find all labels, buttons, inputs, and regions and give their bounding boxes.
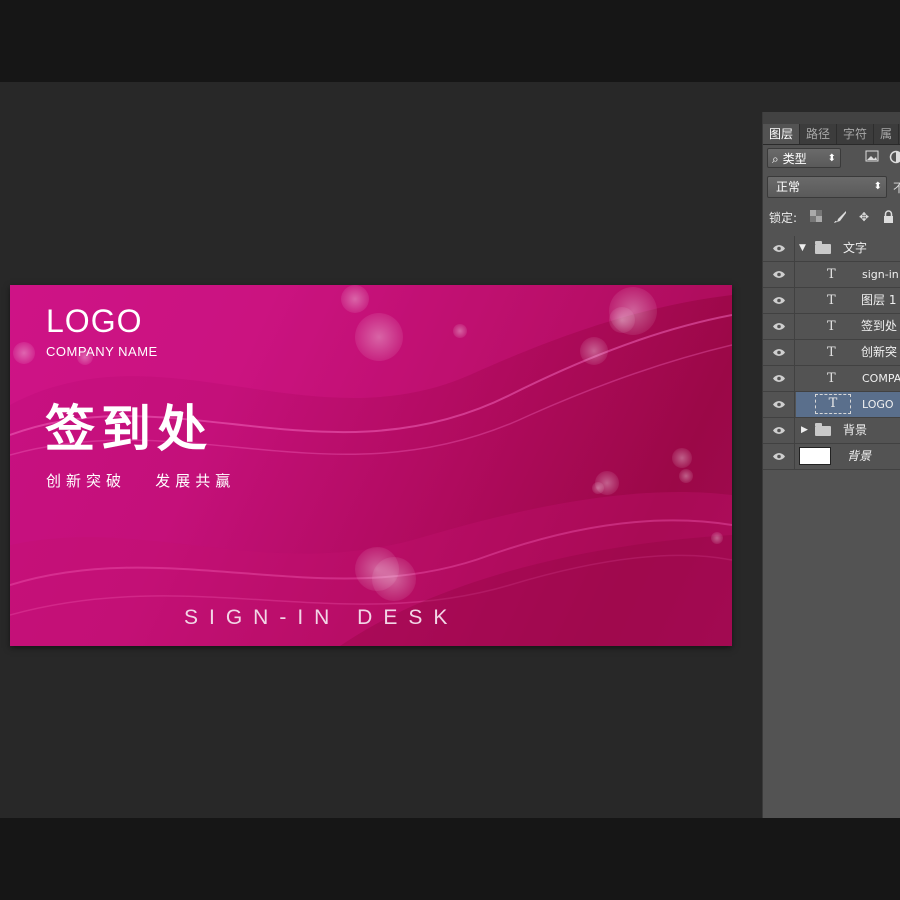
layer-name: LOGO bbox=[862, 398, 894, 411]
layer-name: 创新突 bbox=[861, 345, 898, 359]
lock-pixels-brush-icon[interactable] bbox=[833, 210, 847, 224]
layer-name: 签到处 bbox=[861, 319, 898, 333]
layer-row-background[interactable]: 背景 bbox=[763, 444, 900, 470]
text-layer-icon: T bbox=[827, 345, 836, 360]
text-layer-icon: T bbox=[827, 293, 836, 308]
document-canvas[interactable]: LOGO COMPANY NAME 签到处 创新突破 发展共赢 SIGN-IN … bbox=[10, 285, 732, 646]
background-thumbnail bbox=[799, 447, 831, 465]
filter-kind-label: 类型 bbox=[782, 152, 807, 166]
lock-all-icon[interactable] bbox=[881, 210, 895, 224]
layer-row-company[interactable]: T COMPA bbox=[763, 366, 900, 392]
panel-tabs: 图层 路径 字符 属 bbox=[763, 124, 900, 145]
layer-name: 背景 bbox=[843, 423, 868, 437]
lock-transparent-icon[interactable] bbox=[809, 210, 823, 224]
visibility-eye-icon[interactable] bbox=[763, 236, 795, 261]
blend-mode-select[interactable]: 正常 ⬍ bbox=[767, 176, 887, 198]
tab-properties[interactable]: 属 bbox=[874, 124, 900, 144]
panel-header-bar[interactable] bbox=[763, 112, 900, 124]
layer-name: 文字 bbox=[843, 241, 868, 255]
banner-title: 签到处 bbox=[45, 400, 213, 458]
image-filter-icon[interactable] bbox=[865, 150, 879, 164]
visibility-eye-icon[interactable] bbox=[763, 262, 795, 287]
tab-layers[interactable]: 图层 bbox=[763, 124, 801, 144]
layer-row-title[interactable]: T 签到处 bbox=[763, 314, 900, 340]
visibility-eye-icon[interactable] bbox=[763, 366, 795, 391]
visibility-eye-icon[interactable] bbox=[763, 418, 795, 443]
layer-row-layer1[interactable]: T 图层 1 bbox=[763, 288, 900, 314]
layers-list: ▼ 文字 T sign-in T 图层 1 T 签到处 T 创新突 T COMP… bbox=[763, 236, 900, 470]
layer-name: 背景 bbox=[847, 449, 872, 463]
banner-slogan: 创新突破 发展共赢 bbox=[46, 472, 236, 490]
tab-character[interactable]: 字符 bbox=[837, 124, 875, 144]
text-layer-thumbnail-icon: T bbox=[815, 394, 851, 414]
opacity-label: 不 bbox=[893, 181, 900, 195]
expand-triangle-icon[interactable]: ▼ bbox=[799, 236, 806, 261]
lock-row: 锁定: ✥ bbox=[769, 209, 900, 227]
text-layer-icon: T bbox=[827, 319, 836, 334]
folder-icon bbox=[815, 423, 831, 436]
text-layer-icon: T bbox=[827, 371, 836, 386]
layer-name: sign-in bbox=[862, 268, 899, 281]
layers-panel: 图层 路径 字符 属 ⌕ 类型 ⬍ 正常 ⬍ 不 锁定: ✥ ▼ 文字 T si… bbox=[762, 112, 900, 818]
lock-position-move-icon[interactable]: ✥ bbox=[857, 210, 871, 224]
collapse-triangle-icon[interactable]: ▶ bbox=[801, 418, 808, 443]
lock-label: 锁定: bbox=[769, 211, 798, 225]
visibility-eye-icon[interactable] bbox=[763, 288, 795, 313]
layer-row-group-background[interactable]: ▶ 背景 bbox=[763, 418, 900, 444]
visibility-eye-icon[interactable] bbox=[763, 314, 795, 339]
logo-text: LOGO bbox=[46, 303, 143, 339]
layer-filter-row: ⌕ 类型 ⬍ bbox=[767, 148, 900, 170]
tab-paths[interactable]: 路径 bbox=[800, 124, 838, 144]
visibility-eye-icon[interactable] bbox=[763, 444, 795, 469]
company-name: COMPANY NAME bbox=[46, 344, 158, 359]
blend-mode-label: 正常 bbox=[776, 180, 801, 194]
text-layer-icon: T bbox=[827, 267, 836, 282]
select-arrows-icon: ⬍ bbox=[827, 153, 836, 164]
signin-desk-text: SIGN-IN DESK bbox=[184, 606, 459, 629]
search-icon: ⌕ bbox=[772, 152, 779, 166]
layer-name: 图层 1 bbox=[861, 293, 897, 307]
layer-row-slogan[interactable]: T 创新突 bbox=[763, 340, 900, 366]
layer-row-logo[interactable]: T LOGO bbox=[763, 392, 900, 418]
visibility-eye-icon[interactable] bbox=[763, 340, 795, 365]
folder-icon bbox=[815, 241, 831, 254]
visibility-eye-icon[interactable] bbox=[763, 392, 795, 417]
select-arrows-icon: ⬍ bbox=[873, 181, 882, 192]
layer-name: COMPA bbox=[862, 372, 900, 385]
layer-row-sign-in[interactable]: T sign-in bbox=[763, 262, 900, 288]
adjustment-filter-icon[interactable] bbox=[889, 150, 900, 164]
filter-kind-select[interactable]: ⌕ 类型 ⬍ bbox=[767, 148, 841, 168]
layer-row-group-text[interactable]: ▼ 文字 bbox=[763, 236, 900, 262]
